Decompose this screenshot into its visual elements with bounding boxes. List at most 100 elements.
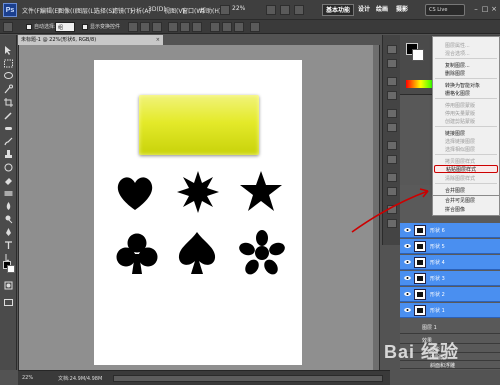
- menu-item-copy-layer-style[interactable]: 拷贝图层样式: [445, 158, 475, 165]
- menu-item-merge-layers[interactable]: 合并图层: [445, 187, 465, 194]
- document-close-icon[interactable]: ×: [156, 35, 160, 45]
- eye-icon[interactable]: [404, 275, 411, 281]
- menu-item-convert-smart-object[interactable]: 转换为智能对象: [445, 82, 480, 89]
- screen-mode-icon[interactable]: [294, 5, 304, 15]
- history-brush-tool-icon[interactable]: [3, 162, 14, 173]
- distribute-bottom-icon[interactable]: [234, 22, 244, 32]
- menu-item-flatten-image[interactable]: 拼合图像: [445, 206, 465, 213]
- color-panel-background[interactable]: [412, 49, 424, 61]
- hand-tool-icon[interactable]: [220, 5, 230, 15]
- document-tab[interactable]: 未标题-1 @ 22%(形状6, RGB/8) ×: [18, 35, 163, 45]
- align-center-icon[interactable]: [180, 22, 190, 32]
- eye-icon[interactable]: [404, 307, 411, 313]
- align-bottom-icon[interactable]: [152, 22, 162, 32]
- adjustments-panel-icon[interactable]: [387, 173, 397, 182]
- star-shape[interactable]: [239, 170, 283, 212]
- quick-mask-icon[interactable]: [3, 280, 14, 291]
- clone-source-panel-icon[interactable]: [387, 155, 397, 164]
- workspace-painting[interactable]: 绘画: [374, 4, 390, 16]
- paths-panel-icon[interactable]: [387, 219, 397, 228]
- cs-live-button[interactable]: CS Live: [425, 4, 465, 16]
- layer-row[interactable]: 形状 3: [400, 271, 500, 286]
- actions-panel-icon[interactable]: [387, 59, 397, 68]
- status-zoom[interactable]: 22%: [22, 375, 33, 381]
- clone-stamp-tool-icon[interactable]: [3, 149, 14, 160]
- menu-image[interactable]: 图像(I): [58, 6, 76, 15]
- club-shape[interactable]: [116, 232, 158, 276]
- brush-tool-icon[interactable]: [3, 136, 14, 147]
- layer-row-layer-1[interactable]: 图层 1: [400, 320, 500, 334]
- channels-panel-icon[interactable]: [387, 205, 397, 214]
- eraser-tool-icon[interactable]: [3, 175, 14, 186]
- menu-item-blending-options[interactable]: 混合选项...: [445, 50, 470, 57]
- show-transform-checkbox[interactable]: [82, 24, 88, 30]
- auto-select-checkbox[interactable]: [26, 24, 32, 30]
- marquee-tool-icon[interactable]: [3, 58, 14, 69]
- arrange-docs-icon[interactable]: [280, 5, 290, 15]
- close-icon[interactable]: ×: [490, 5, 498, 14]
- menu-item-disable-layer-mask[interactable]: 停用图层蒙版: [445, 102, 475, 109]
- masks-panel-icon[interactable]: [387, 187, 397, 196]
- align-middle-icon[interactable]: [140, 22, 150, 32]
- menu-item-merge-visible[interactable]: 合并可见图层: [445, 197, 475, 204]
- layer-row[interactable]: 形状 6: [400, 223, 500, 238]
- menu-item-disable-vector-mask[interactable]: 停用矢量蒙版: [445, 110, 475, 117]
- move-tool-icon[interactable]: [3, 45, 14, 56]
- document-page[interactable]: [94, 60, 302, 365]
- menu-item-clear-layer-style[interactable]: 清除图层样式: [445, 175, 475, 182]
- maximize-icon[interactable]: □: [481, 5, 489, 14]
- heart-shape[interactable]: [114, 172, 156, 214]
- starburst-shape[interactable]: [176, 170, 220, 214]
- vertical-scrollbar[interactable]: [373, 45, 379, 370]
- spade-shape[interactable]: [176, 230, 218, 276]
- layer-row[interactable]: 形状 4: [400, 255, 500, 270]
- layer-row[interactable]: 形状 1: [400, 303, 500, 318]
- menu-item-select-similar-layers[interactable]: 选择相似图层: [445, 146, 475, 153]
- crop-tool-icon[interactable]: [3, 97, 14, 108]
- history-panel-icon[interactable]: [387, 45, 397, 54]
- character-panel-icon[interactable]: [387, 109, 397, 118]
- move-tool-preset-icon[interactable]: [3, 22, 13, 32]
- healing-brush-tool-icon[interactable]: [3, 123, 14, 134]
- menu-item-paste-layer-style[interactable]: 粘贴图层样式: [434, 165, 498, 173]
- yellow-rounded-rectangle-shape[interactable]: [139, 95, 259, 155]
- layer-row[interactable]: 形状 5: [400, 239, 500, 254]
- workspace-essentials[interactable]: 基本功能: [322, 4, 354, 16]
- canvas-area[interactable]: [18, 45, 380, 370]
- minimize-icon[interactable]: –: [472, 5, 480, 14]
- brush-panel-icon[interactable]: [387, 141, 397, 150]
- screen-mode-tool-icon[interactable]: [3, 297, 14, 308]
- distribute-icon[interactable]: [210, 22, 220, 32]
- type-tool-icon[interactable]: [3, 240, 14, 251]
- workspace-design[interactable]: 设计: [356, 4, 372, 16]
- eye-icon[interactable]: [404, 227, 411, 233]
- info-panel-icon[interactable]: [387, 91, 397, 100]
- grid-icon[interactable]: [266, 5, 276, 15]
- pen-tool-icon[interactable]: [3, 227, 14, 238]
- horizontal-scrollbar[interactable]: [113, 375, 383, 382]
- background-color-swatch[interactable]: [7, 265, 15, 273]
- workspace-photography[interactable]: 摄影: [394, 4, 410, 16]
- align-top-icon[interactable]: [128, 22, 138, 32]
- align-right-icon[interactable]: [192, 22, 202, 32]
- flower-shape[interactable]: [239, 230, 285, 276]
- menu-item-rasterize-layer[interactable]: 栅格化图层: [445, 90, 470, 97]
- navigator-panel-icon[interactable]: [387, 77, 397, 86]
- dodge-tool-icon[interactable]: [3, 214, 14, 225]
- gradient-tool-icon[interactable]: [3, 188, 14, 199]
- eye-icon[interactable]: [404, 291, 411, 297]
- zoom-level[interactable]: 22%: [232, 5, 262, 15]
- menu-item-link-layers[interactable]: 链接图层: [445, 130, 465, 137]
- blur-tool-icon[interactable]: [3, 201, 14, 212]
- menu-item-create-clipping-mask[interactable]: 创建剪贴蒙版: [445, 118, 475, 125]
- menu-item-duplicate-layer[interactable]: 复制图层...: [445, 62, 470, 69]
- auto-align-icon[interactable]: [250, 22, 260, 32]
- lasso-tool-icon[interactable]: [3, 71, 14, 82]
- menu-item-select-linked-layers[interactable]: 选择链接图层: [445, 138, 475, 145]
- menu-item-delete-layer[interactable]: 删除图层: [445, 70, 465, 77]
- paragraph-panel-icon[interactable]: [387, 123, 397, 132]
- eyedropper-tool-icon[interactable]: [3, 110, 14, 121]
- menu-item-layer-properties[interactable]: 图层属性...: [445, 42, 470, 49]
- align-left-icon[interactable]: [168, 22, 178, 32]
- layer-row[interactable]: 形状 2: [400, 287, 500, 302]
